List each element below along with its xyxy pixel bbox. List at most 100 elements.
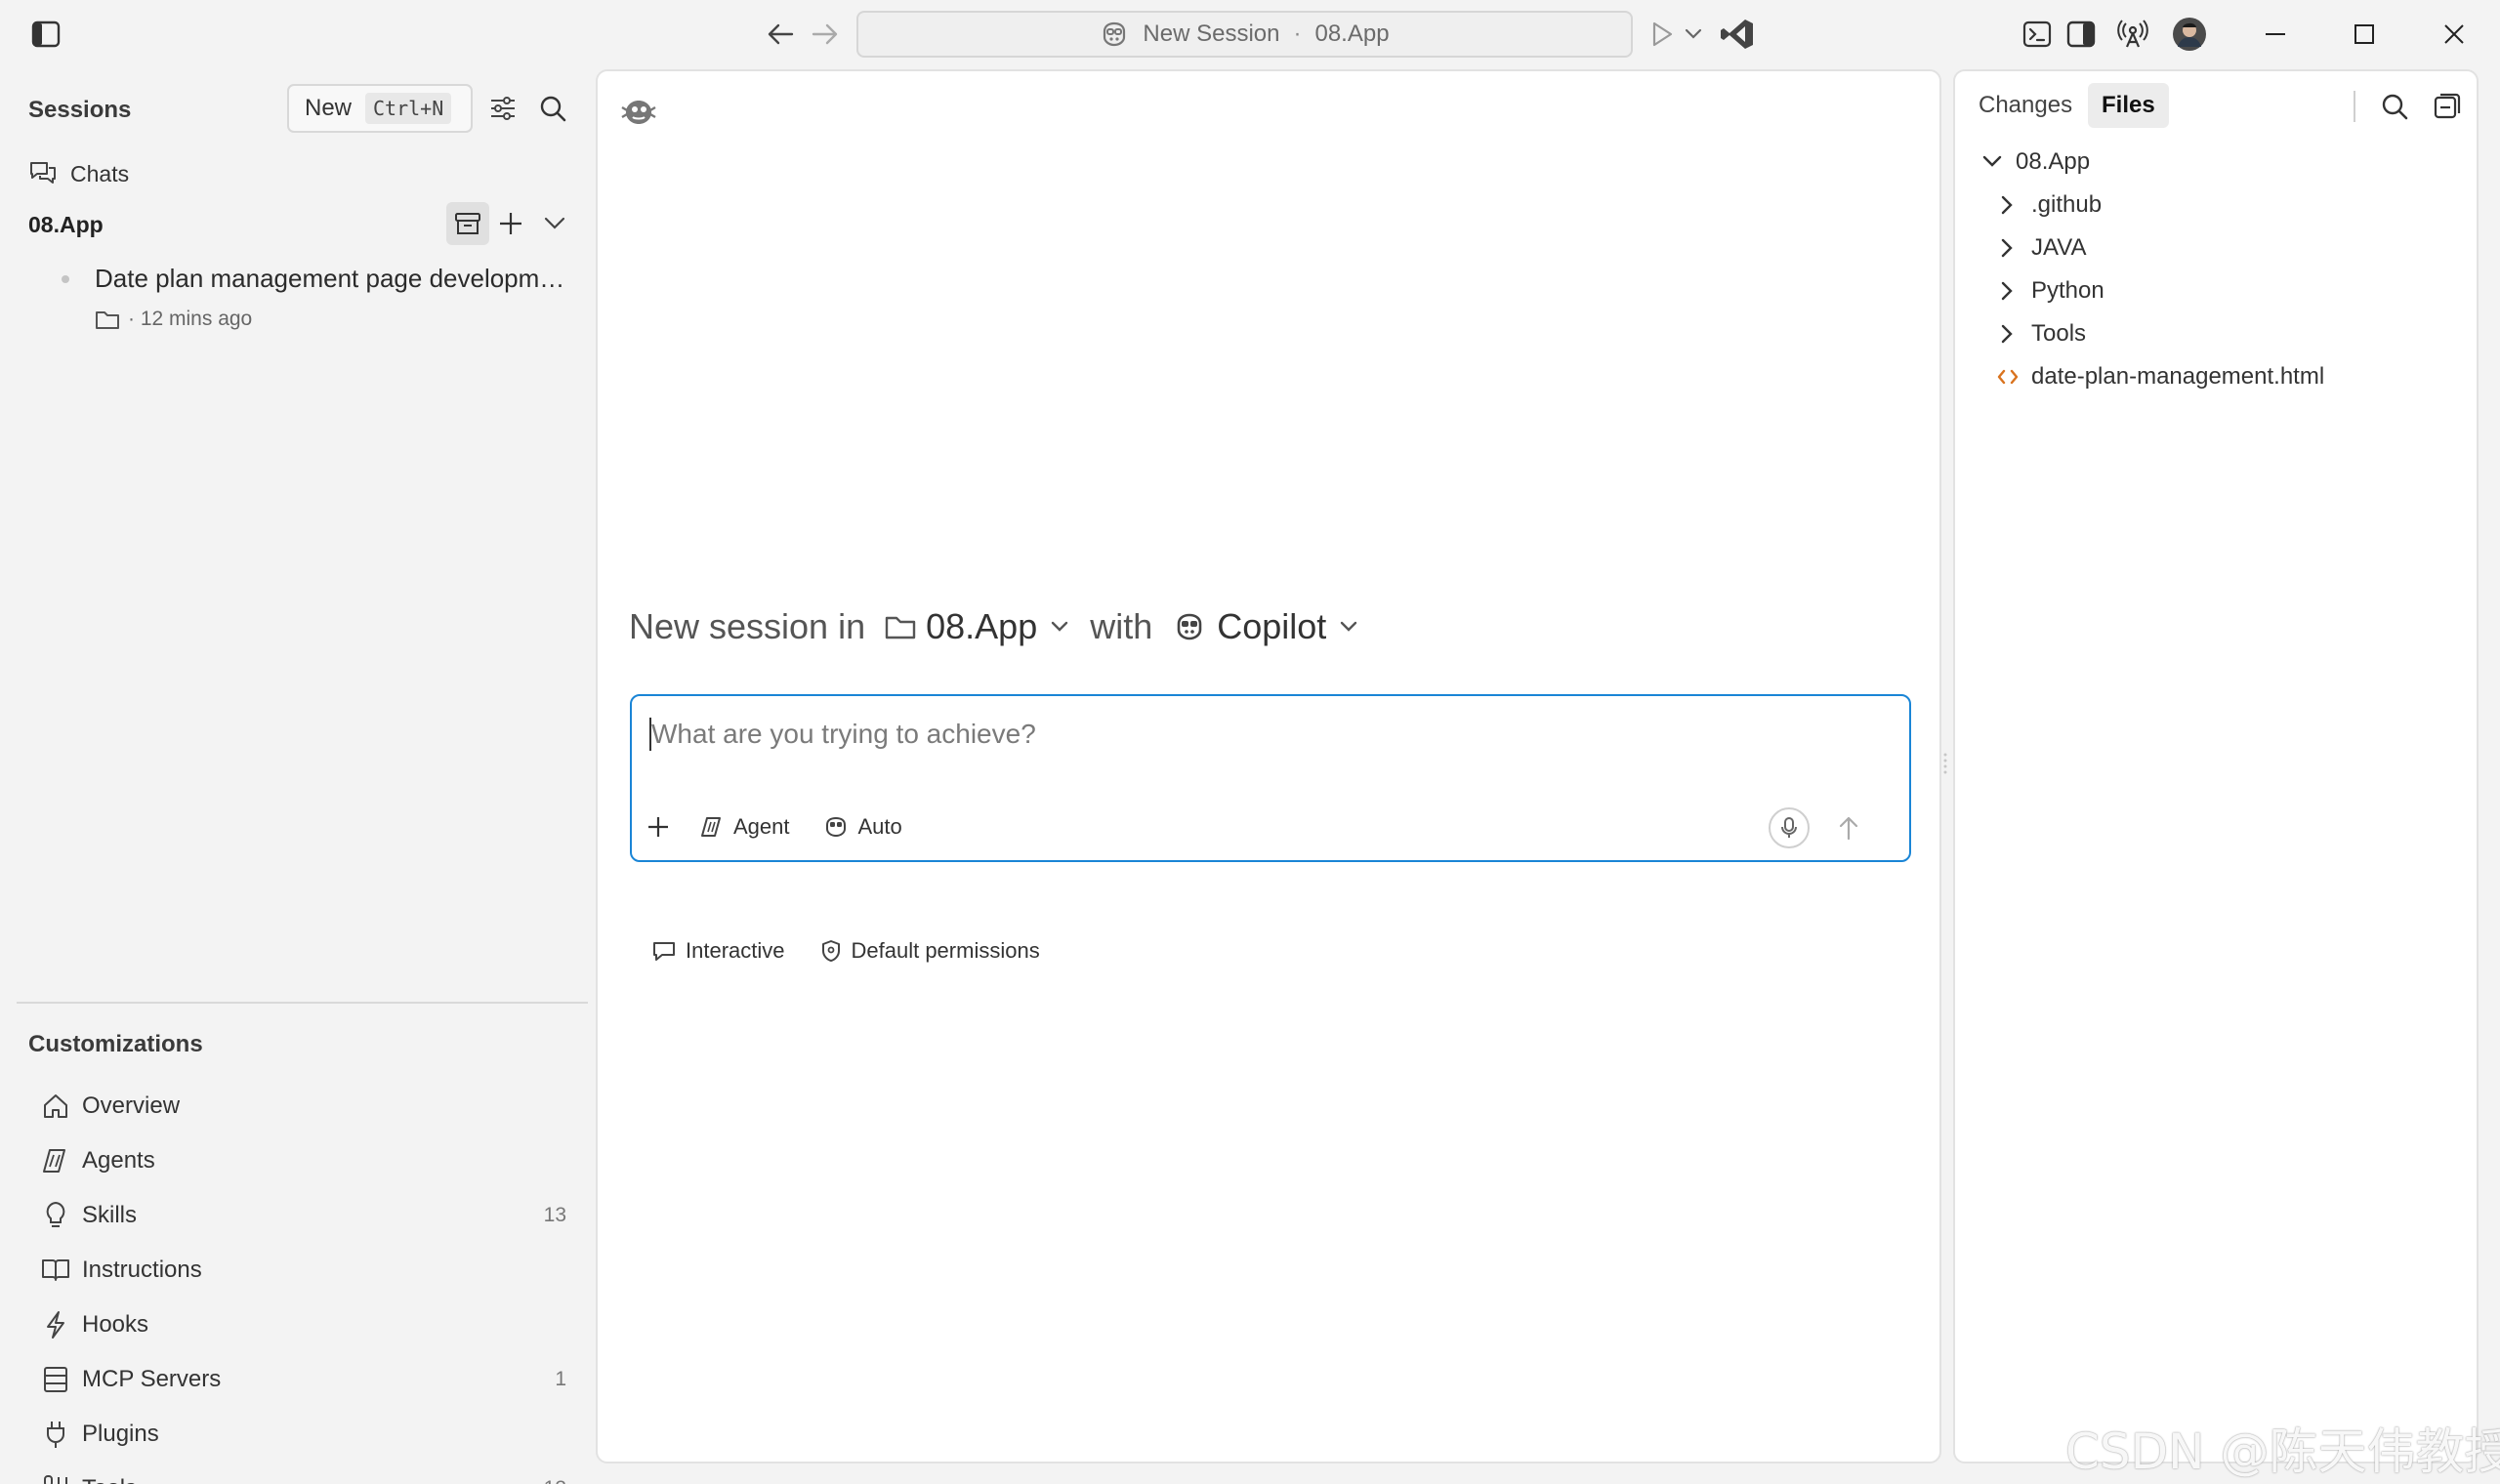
terminal-icon[interactable] — [2019, 18, 2056, 51]
back-arrow-icon[interactable] — [761, 17, 800, 52]
tree-folder-label: JAVA — [2031, 234, 2087, 261]
search-files-icon[interactable] — [2375, 87, 2414, 126]
tree-folder-label: Python — [2031, 277, 2104, 304]
filter-icon[interactable] — [485, 89, 521, 128]
add-context-icon[interactable] — [646, 814, 671, 840]
plug-icon — [39, 1418, 72, 1451]
maximize-icon[interactable] — [2345, 15, 2384, 54]
customization-mcp-servers[interactable]: MCP Servers 1 — [39, 1357, 566, 1402]
account-avatar[interactable] — [2170, 15, 2209, 54]
home-icon — [39, 1090, 72, 1123]
toggle-sidebar-icon[interactable] — [26, 18, 65, 51]
toggle-panel-icon[interactable] — [2062, 18, 2100, 51]
tree-file-label: date-plan-management.html — [2031, 363, 2325, 390]
archive-icon[interactable] — [446, 202, 489, 245]
interactive-toggle[interactable]: Interactive — [652, 938, 785, 964]
chevron-right-icon — [1994, 191, 2021, 219]
broadcast-icon[interactable] — [2113, 17, 2152, 52]
tree-folder[interactable]: JAVA — [1994, 228, 2086, 268]
model-label: Auto — [857, 814, 902, 839]
chats-label[interactable]: Chats — [70, 161, 129, 187]
folder-picker[interactable]: 08.App — [885, 606, 1068, 647]
toolbar-divider — [2354, 91, 2355, 122]
shield-icon — [820, 939, 842, 963]
customization-plugins[interactable]: Plugins — [39, 1412, 566, 1457]
customization-label: Overview — [82, 1092, 181, 1119]
copilot-icon — [1174, 613, 1205, 640]
search-sessions-icon[interactable] — [535, 89, 570, 128]
chats-icon — [26, 156, 60, 189]
customizations-heading: Customizations — [28, 1031, 203, 1057]
agent-name: Copilot — [1217, 606, 1327, 646]
headline-with: with — [1090, 606, 1153, 646]
tab-files[interactable]: Files — [2088, 83, 2169, 128]
tree-root-label: 08.App — [2016, 148, 2091, 175]
customization-label: Tools — [82, 1475, 137, 1484]
workspace-name: 08.App — [1314, 21, 1390, 47]
customization-hooks[interactable]: Hooks — [39, 1302, 566, 1347]
new-session-label: New — [305, 95, 353, 121]
chevron-down-icon[interactable] — [535, 202, 574, 245]
tools-icon — [39, 1472, 72, 1484]
tab-changes[interactable]: Changes — [1965, 83, 2086, 128]
book-icon — [39, 1254, 72, 1287]
chevron-down-icon — [1979, 148, 2006, 176]
sidebar-divider — [17, 1002, 588, 1004]
add-session-icon[interactable] — [491, 202, 530, 245]
folder-icon — [885, 613, 916, 640]
prompt-toolbar: Agent Auto — [646, 805, 936, 848]
folder-name: 08.App — [926, 606, 1038, 646]
vscode-icon[interactable] — [1717, 15, 1758, 54]
run-dropdown-chevron-icon[interactable] — [1682, 21, 1705, 47]
session-title: New Session — [1143, 21, 1280, 47]
collapse-all-icon[interactable] — [2428, 87, 2467, 126]
customization-skills[interactable]: Skills 13 — [39, 1193, 566, 1238]
lightning-icon — [39, 1308, 72, 1341]
comment-icon — [652, 940, 676, 962]
mode-picker[interactable]: Agent — [700, 814, 790, 840]
prompt-box: Agent Auto — [630, 694, 1911, 862]
agent-icon — [700, 816, 724, 838]
interactive-label: Interactive — [686, 938, 785, 963]
customization-overview[interactable]: Overview — [39, 1084, 566, 1129]
new-session-panel: New session in 08.App with Copilot Agent — [596, 69, 1941, 1463]
forward-arrow-icon[interactable] — [806, 17, 845, 52]
server-icon — [39, 1363, 72, 1396]
copilot-icon — [823, 816, 849, 838]
command-center[interactable]: New Session · 08.App — [856, 11, 1633, 58]
minimize-icon[interactable] — [2256, 15, 2295, 54]
chevron-right-icon — [1994, 234, 2021, 262]
watermark: CSDN @陈天伟教授 — [2065, 1423, 2500, 1480]
run-icon[interactable] — [1646, 18, 1679, 51]
tree-folder[interactable]: .github — [1994, 186, 2102, 225]
title-bar: New Session · 08.App — [0, 0, 2500, 68]
prompt-input[interactable] — [651, 714, 1823, 755]
customization-instructions[interactable]: Instructions — [39, 1248, 566, 1293]
title-separator: · — [1293, 21, 1302, 47]
model-picker[interactable]: Auto — [823, 814, 902, 840]
chevron-down-icon — [1340, 621, 1357, 633]
send-arrow-icon[interactable] — [1829, 807, 1868, 848]
customization-tools[interactable]: Tools 13 — [39, 1466, 566, 1484]
close-window-icon[interactable] — [2435, 15, 2474, 54]
session-time: · 12 mins ago — [128, 308, 253, 330]
tree-file[interactable]: date-plan-management.html — [1994, 357, 2324, 396]
microphone-icon[interactable] — [1769, 807, 1810, 848]
panel-resize-handle[interactable] — [1943, 752, 1947, 777]
permissions-picker[interactable]: Default permissions — [820, 938, 1040, 964]
mode-label: Agent — [733, 814, 790, 839]
new-session-shortcut: Ctrl+N — [365, 93, 452, 124]
tree-folder[interactable]: Python — [1994, 271, 2104, 310]
tree-folder-label: Tools — [2031, 320, 2087, 347]
workspace-group-title[interactable]: 08.App — [28, 212, 104, 238]
tree-folder[interactable]: Tools — [1994, 314, 2086, 353]
session-title[interactable]: Date plan management page developm… — [95, 264, 564, 294]
chevron-right-icon — [1994, 320, 2021, 348]
new-session-button[interactable]: New Ctrl+N — [287, 84, 473, 133]
agent-picker[interactable]: Copilot — [1174, 606, 1357, 647]
customization-agents[interactable]: Agents — [39, 1138, 566, 1183]
session-options: Interactive Default permissions — [652, 938, 1075, 964]
customization-count: 13 — [543, 1204, 566, 1226]
tree-root-folder[interactable]: 08.App — [1979, 143, 2090, 182]
copilot-icon — [1100, 21, 1129, 47]
